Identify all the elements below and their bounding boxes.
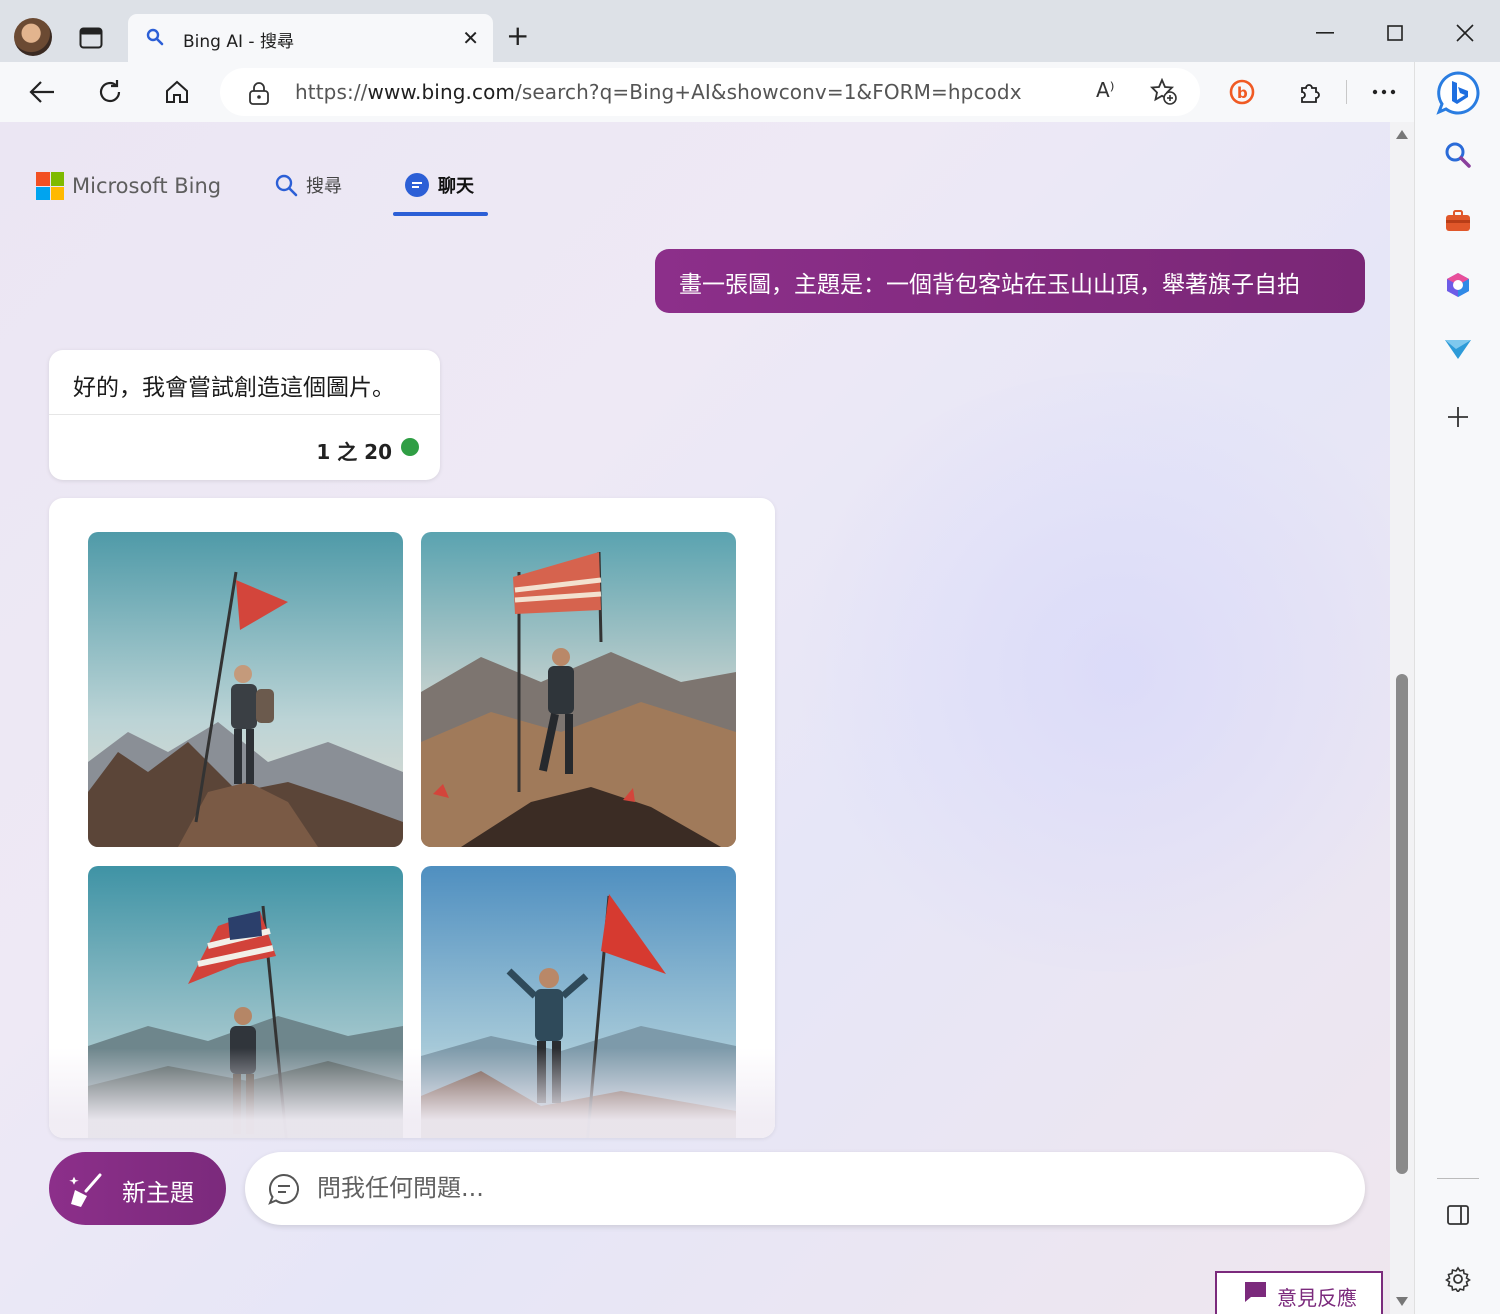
bing-chat-page: Microsoft Bing 搜尋 聊天 畫一張圖，主題是：一個背包客站在玉山山… [0, 122, 1390, 1314]
generated-image-2[interactable] [421, 532, 736, 847]
chat-input-box[interactable] [245, 1152, 1365, 1225]
read-aloud-icon[interactable]: A⁾ [1096, 78, 1115, 102]
bing-extension-icon[interactable]: b [1226, 76, 1258, 108]
hide-sidebar-icon[interactable] [1441, 1198, 1475, 1232]
message-divider [49, 414, 440, 415]
extensions-puzzle-icon[interactable] [1294, 76, 1326, 108]
microsoft-bing-logo[interactable]: Microsoft Bing [36, 172, 221, 200]
broom-icon [67, 1170, 107, 1216]
page-scrollbar[interactable] [1390, 122, 1414, 1314]
refresh-icon[interactable] [92, 74, 128, 110]
new-tab-icon[interactable]: + [506, 22, 529, 50]
tools-briefcase-icon[interactable] [1441, 204, 1475, 238]
bot-message: 好的，我會嘗試創造這個圖片。 1 之 20 [49, 350, 440, 480]
brand-name: Microsoft Bing [72, 174, 222, 198]
new-topic-label: 新主題 [122, 1179, 194, 1207]
nav-tab-chat-label: 聊天 [438, 176, 474, 197]
search-icon[interactable] [1441, 138, 1475, 172]
nav-tab-search-label: 搜尋 [306, 176, 342, 197]
tab-close-icon[interactable]: ✕ [462, 26, 479, 50]
back-arrow-icon[interactable] [24, 74, 60, 110]
office-icon[interactable] [1441, 268, 1475, 302]
add-favorite-icon[interactable] [1149, 77, 1178, 110]
status-dot [401, 438, 419, 456]
lock-icon[interactable] [248, 81, 270, 109]
generated-image-3[interactable] [88, 866, 403, 1138]
generated-image-4[interactable] [421, 866, 736, 1138]
bot-message-text: 好的，我會嘗試創造這個圖片。 [73, 375, 395, 401]
url-text[interactable]: https://www.bing.com/search?q=Bing+AI&sh… [295, 80, 1022, 104]
add-sidebar-app-icon[interactable] [1441, 400, 1475, 434]
chat-outline-icon [267, 1172, 301, 1210]
address-bar[interactable]: https://www.bing.com/search?q=Bing+AI&sh… [220, 68, 1200, 116]
ask-anything-input[interactable] [317, 1170, 1317, 1206]
profile-avatar[interactable] [14, 18, 52, 56]
active-tab-indicator [393, 212, 488, 216]
tab-title: Bing AI - 搜尋 [183, 32, 294, 52]
search-icon [146, 28, 164, 50]
feedback-label: 意見反應 [1277, 1286, 1357, 1310]
toolbar-separator [1346, 80, 1347, 104]
browser-tab-active[interactable]: Bing AI - 搜尋 ✕ [128, 14, 493, 62]
scroll-up-arrow[interactable] [1396, 130, 1408, 139]
title-bar: Bing AI - 搜尋 ✕ + [0, 0, 1500, 62]
maximize-icon[interactable] [1380, 18, 1410, 48]
user-message: 畫一張圖，主題是：一個背包客站在玉山山頂，舉著旗子自拍 [655, 249, 1365, 313]
close-icon[interactable] [1450, 18, 1480, 48]
more-options-icon[interactable] [1368, 76, 1400, 108]
new-topic-button[interactable]: 新主題 [49, 1152, 226, 1225]
home-icon[interactable] [159, 74, 195, 110]
search-icon [275, 174, 298, 197]
chat-bubble-icon [405, 173, 429, 197]
microsoft-logo-icon [36, 172, 64, 200]
nav-tab-chat[interactable]: 聊天 [404, 172, 474, 198]
edge-sidebar [1414, 62, 1500, 1314]
scrollbar-thumb[interactable] [1396, 674, 1408, 1174]
turn-counter: 1 之 20 [316, 440, 392, 464]
feedback-icon [1243, 1281, 1267, 1307]
settings-gear-icon[interactable] [1441, 1262, 1475, 1296]
scroll-down-arrow[interactable] [1396, 1297, 1408, 1306]
generated-images-card [49, 498, 775, 1138]
send-paper-plane-icon[interactable] [1441, 332, 1475, 366]
bing-chat-icon[interactable] [1435, 70, 1481, 116]
tab-actions-icon[interactable] [76, 24, 106, 52]
generated-image-1[interactable] [88, 532, 403, 847]
svg-text:b: b [1237, 84, 1248, 102]
minimize-icon[interactable] [1310, 18, 1340, 48]
nav-tab-search[interactable]: 搜尋 [274, 172, 342, 198]
feedback-button[interactable]: 意見反應 [1215, 1271, 1383, 1314]
sidebar-separator [1437, 1178, 1479, 1179]
